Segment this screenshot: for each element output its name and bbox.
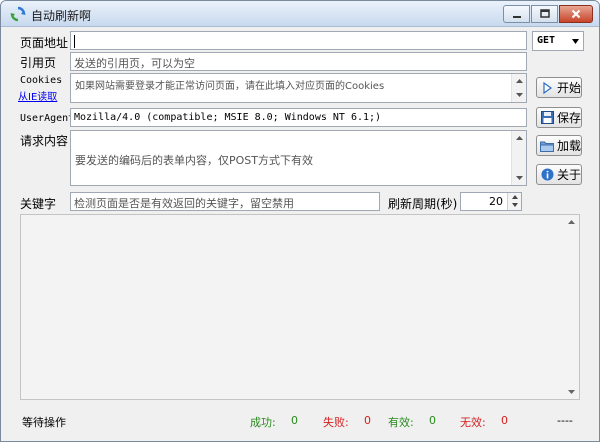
cookies-scrollbar[interactable] (511, 74, 526, 102)
invalid-count: 0 (501, 414, 508, 427)
cookies-label: Cookies (20, 75, 63, 86)
maximize-icon (539, 9, 550, 18)
save-button[interactable]: 保存 (536, 107, 582, 128)
about-button-label: 关于 (557, 168, 582, 182)
keyword-label: 关键字 (20, 197, 57, 211)
user-agent-input[interactable]: Mozilla/4.0 (compatible; MSIE 8.0; Windo… (70, 108, 527, 127)
text-caret (74, 34, 75, 48)
referer-label: 引用页 (20, 56, 57, 70)
refresh-period-label: 刷新周期(秒) (388, 197, 458, 211)
log-scrollbar[interactable] (564, 215, 579, 399)
load-button[interactable]: 加载 (536, 135, 582, 156)
method-value: GET (537, 35, 556, 46)
app-window: 自动刷新啊 页面地址 GET 引用页 发送的引用页，可以为空 Cookies 从… (0, 0, 600, 442)
spin-down-icon[interactable] (508, 201, 521, 209)
keyword-input[interactable]: 检测页面是否是有效返回的关键字，留空禁用 (70, 192, 380, 211)
method-select[interactable]: GET (532, 31, 584, 51)
save-button-label: 保存 (557, 111, 582, 125)
close-icon (571, 9, 581, 19)
about-button[interactable]: 关于 (536, 164, 582, 185)
scroll-up-icon[interactable] (564, 215, 579, 229)
success-count: 0 (291, 414, 298, 427)
folder-icon (540, 139, 554, 153)
minimize-button[interactable] (503, 5, 530, 23)
request-body-scrollbar[interactable] (511, 131, 526, 185)
scroll-down-icon[interactable] (512, 88, 526, 102)
user-agent-label: UserAgent (20, 113, 75, 124)
scroll-down-icon[interactable] (564, 385, 579, 399)
spinner-arrows[interactable] (507, 193, 521, 210)
refresh-app-icon (10, 6, 26, 22)
invalid-label: 无效: (460, 416, 486, 429)
maximize-button[interactable] (531, 5, 558, 23)
close-button[interactable] (559, 5, 593, 23)
page-url-input[interactable] (70, 31, 527, 50)
play-icon (540, 81, 554, 95)
fail-count: 0 (364, 414, 371, 427)
timer-display: ---- (557, 414, 573, 427)
request-body-textarea[interactable]: 要发送的编码后的表单内容，仅POST方式下有效 (70, 130, 527, 186)
load-button-label: 加载 (557, 139, 582, 153)
request-body-label: 请求内容 (20, 134, 69, 148)
log-output-area[interactable] (20, 214, 580, 400)
minimize-icon (512, 16, 521, 18)
spin-up-icon[interactable] (508, 193, 521, 201)
page-url-label: 页面地址 (20, 36, 69, 50)
window-title: 自动刷新啊 (31, 9, 92, 23)
status-text: 等待操作 (22, 416, 66, 429)
info-icon (540, 168, 554, 182)
scroll-up-icon[interactable] (512, 74, 526, 88)
start-button[interactable]: 开始 (536, 77, 582, 98)
chevron-down-icon (572, 39, 579, 44)
valid-label: 有效: (388, 416, 414, 429)
referer-input[interactable]: 发送的引用页，可以为空 (70, 52, 527, 71)
cookies-textarea[interactable]: 如果网站需要登录才能正常访问页面，请在此填入对应页面的Cookies (70, 73, 527, 103)
fail-label: 失败: (323, 416, 349, 429)
floppy-disk-icon (540, 111, 554, 125)
start-button-label: 开始 (557, 81, 582, 95)
success-label: 成功: (250, 416, 276, 429)
refresh-period-spinner[interactable]: 20 (460, 192, 522, 211)
scroll-down-icon[interactable] (512, 171, 526, 185)
scroll-up-icon[interactable] (512, 131, 526, 145)
valid-count: 0 (429, 414, 436, 427)
read-from-ie-link[interactable]: 从IE读取 (18, 88, 57, 103)
title-bar[interactable]: 自动刷新啊 (1, 1, 599, 27)
